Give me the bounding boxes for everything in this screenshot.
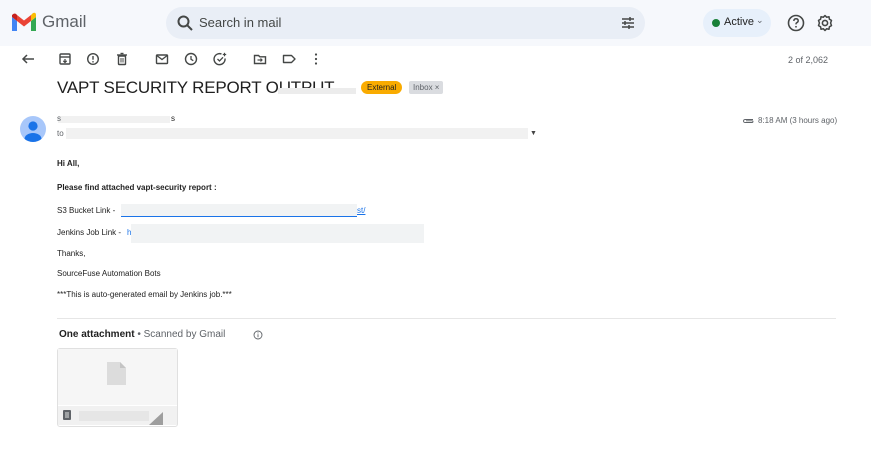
sender-name[interactable]: s bbox=[57, 114, 61, 123]
snooze-icon[interactable] bbox=[183, 51, 199, 67]
gmail-logo-icon[interactable] bbox=[10, 11, 38, 33]
avatar[interactable] bbox=[20, 116, 46, 142]
s3-bucket-link-tail[interactable]: st/ bbox=[357, 206, 365, 215]
page-fold-icon bbox=[149, 412, 163, 425]
person-icon bbox=[24, 121, 42, 142]
filter-options-icon[interactable] bbox=[620, 15, 636, 31]
s3-bucket-label: S3 Bucket Link - bbox=[57, 206, 116, 215]
redacted-jenkins-link[interactable] bbox=[131, 224, 424, 243]
attachments-count: One attachment bbox=[59, 329, 135, 340]
redacted-sender bbox=[58, 116, 170, 123]
delete-icon[interactable] bbox=[114, 51, 130, 67]
info-icon[interactable] bbox=[253, 330, 263, 340]
search-input[interactable]: Search in mail bbox=[199, 15, 281, 30]
inbox-label-chip[interactable]: Inbox × bbox=[409, 81, 444, 94]
back-arrow-icon[interactable] bbox=[20, 51, 36, 67]
recipient-details-dropdown[interactable]: ▼ bbox=[530, 130, 537, 137]
scanned-by-gmail: • Scanned by Gmail bbox=[134, 329, 226, 340]
email-intro: Please find attached vapt-security repor… bbox=[57, 183, 217, 192]
help-icon[interactable] bbox=[786, 13, 806, 33]
external-label-badge: External bbox=[361, 81, 403, 94]
search-icon[interactable] bbox=[176, 14, 194, 32]
s3-bucket-link[interactable] bbox=[121, 204, 357, 217]
status-label: Active bbox=[724, 16, 754, 28]
add-task-icon[interactable] bbox=[212, 51, 228, 67]
redacted-attachment-name bbox=[79, 411, 149, 421]
attachments-heading: One attachment • Scanned by Gmail bbox=[59, 329, 225, 340]
email-timestamp: 8:18 AM (3 hours ago) bbox=[758, 116, 838, 125]
label-icon[interactable] bbox=[281, 51, 297, 67]
chevron-down-icon: ⌄ bbox=[756, 15, 764, 25]
status-dot bbox=[712, 19, 720, 27]
mark-unread-icon[interactable] bbox=[154, 51, 170, 67]
document-icon bbox=[107, 362, 126, 385]
email-signature: SourceFuse Automation Bots bbox=[57, 269, 161, 278]
divider bbox=[57, 318, 836, 319]
file-type-icon bbox=[63, 410, 71, 420]
move-to-icon[interactable] bbox=[252, 51, 268, 67]
pagination-count: 2 of 2,062 bbox=[788, 55, 829, 65]
recipient-label: to bbox=[57, 129, 64, 138]
settings-icon[interactable] bbox=[815, 13, 835, 33]
app-title[interactable]: Gmail bbox=[42, 12, 86, 32]
email-footer-note: ***This is auto-generated email by Jenki… bbox=[57, 290, 232, 299]
archive-icon[interactable] bbox=[57, 51, 73, 67]
jenkins-job-label: Jenkins Job Link - bbox=[57, 228, 122, 237]
message-toolbar bbox=[0, 46, 871, 74]
sender-name-end: s bbox=[171, 114, 175, 123]
redacted-subject bbox=[278, 88, 356, 94]
attachment-icon bbox=[743, 119, 754, 123]
report-spam-icon[interactable] bbox=[85, 51, 101, 67]
more-options-icon[interactable] bbox=[308, 51, 324, 67]
email-thanks: Thanks, bbox=[57, 249, 86, 258]
redacted-recipients bbox=[66, 128, 528, 139]
email-greeting: Hi All, bbox=[57, 159, 80, 168]
